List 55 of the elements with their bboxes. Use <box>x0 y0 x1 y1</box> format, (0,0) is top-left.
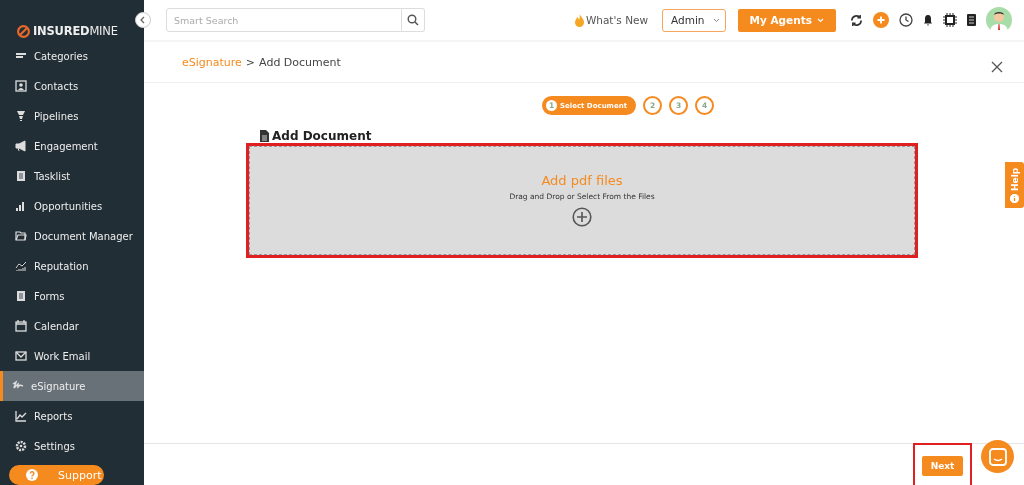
sidebar-item[interactable]: eSignature <box>0 371 144 401</box>
section-title: Add Document <box>272 129 372 143</box>
help-icon <box>26 469 38 481</box>
sidebar-item[interactable]: Tasklist <box>0 161 144 191</box>
line-chart-icon <box>15 410 27 422</box>
sidebar-item[interactable]: Document Manager <box>0 221 144 251</box>
sidebar-item[interactable]: Settings <box>0 431 144 461</box>
calendar-icon <box>15 320 27 332</box>
add-circle-icon[interactable] <box>572 207 592 227</box>
sidebar-item[interactable]: Categories <box>0 41 144 71</box>
caret-icon <box>712 17 720 23</box>
info-icon <box>1010 193 1019 203</box>
envelope-icon <box>15 350 27 362</box>
document-icon <box>15 290 27 302</box>
sidebar-item[interactable]: Reputation <box>0 251 144 281</box>
contact-card-icon <box>15 80 27 92</box>
sidebar-item[interactable]: Calendar <box>0 311 144 341</box>
document-icon <box>260 130 269 142</box>
signature-icon <box>12 380 24 392</box>
flame-icon <box>573 13 585 27</box>
logo-text: INSUREDMINE <box>33 24 118 38</box>
bell-icon[interactable] <box>923 14 933 26</box>
search-icon <box>407 14 419 26</box>
folder-icon <box>15 230 27 242</box>
refresh-icon[interactable] <box>850 13 863 27</box>
breadcrumb-separator: > <box>245 55 256 69</box>
sidebar-item[interactable]: Engagement <box>0 131 144 161</box>
whats-new-link[interactable]: What's New <box>573 13 649 27</box>
close-icon[interactable] <box>991 61 1003 73</box>
settings-icon <box>15 440 27 452</box>
logo-icon <box>17 24 30 38</box>
avatar[interactable] <box>986 7 1012 33</box>
document-icon <box>15 170 27 182</box>
search-button[interactable] <box>402 8 425 32</box>
search-field[interactable]: Smart Search <box>166 8 402 32</box>
sidebar-item[interactable]: Opportunities <box>0 191 144 221</box>
chart-icon <box>15 260 27 272</box>
chat-icon <box>988 447 1007 466</box>
sidebar-item[interactable]: Pipelines <box>0 101 144 131</box>
notebook-icon[interactable] <box>967 14 976 26</box>
sidebar-item[interactable]: Forms <box>0 281 144 311</box>
clock-icon[interactable] <box>899 13 913 27</box>
chevron-left-icon <box>139 16 147 24</box>
dropzone-title: Add pdf files <box>541 173 623 188</box>
collapse-sidebar-button[interactable] <box>135 12 151 28</box>
caret-icon <box>817 17 824 23</box>
funnel-icon <box>15 110 27 122</box>
breadcrumb-current: Add Document <box>259 55 341 69</box>
sidebar-item[interactable]: Reports <box>0 401 144 431</box>
sidebar-item[interactable]: Contacts <box>0 71 144 101</box>
bar-chart-icon <box>15 200 27 212</box>
sidebar-item[interactable]: Work Email <box>0 341 144 371</box>
chip-icon[interactable] <box>943 13 957 27</box>
role-dropdown[interactable]: Admin <box>662 8 726 32</box>
megaphone-icon <box>15 140 27 152</box>
